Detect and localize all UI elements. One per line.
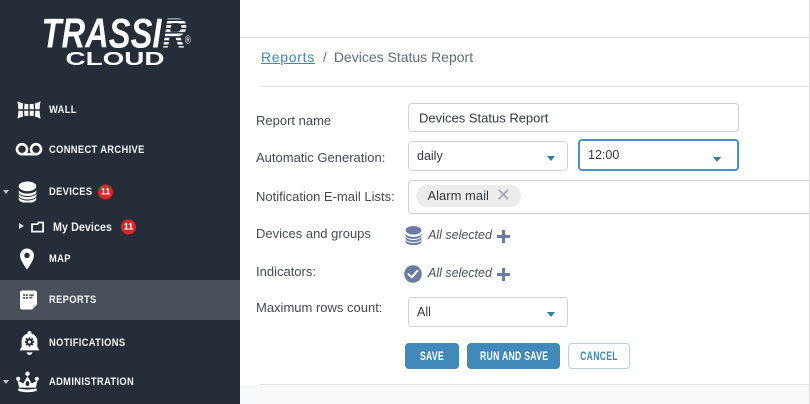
svg-text:R: R (163, 9, 188, 56)
svg-text:®: ® (185, 34, 192, 47)
svg-text:CLOUD: CLOUD (66, 49, 165, 69)
